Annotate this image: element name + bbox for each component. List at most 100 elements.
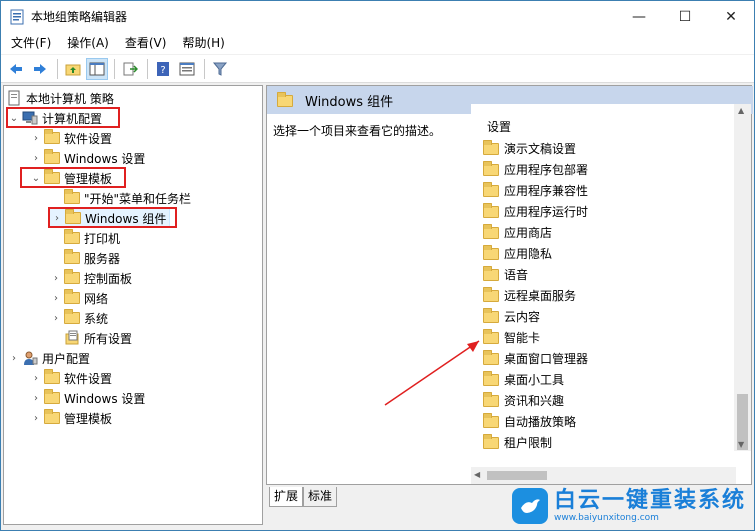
- tree-item-user-software-settings[interactable]: › 软件设置: [28, 368, 112, 388]
- chevron-right-icon[interactable]: ›: [48, 293, 64, 304]
- tree-item-all-settings[interactable]: 所有设置: [48, 328, 132, 348]
- list-item-label: 远程桌面服务: [504, 288, 577, 303]
- tree-item-control-panel[interactable]: › 控制面板: [48, 268, 132, 288]
- chevron-right-icon[interactable]: ›: [48, 313, 64, 324]
- tree-item-printers[interactable]: 打印机: [48, 228, 120, 248]
- list-item[interactable]: 远程桌面服务: [483, 285, 576, 305]
- tree-label: 用户配置: [42, 351, 91, 366]
- details-pane: Windows 组件 选择一个项目来查看它的描述。 设置 演示文稿设置 应用程序…: [266, 85, 753, 485]
- tree-item-start-menu[interactable]: "开始"菜单和任务栏: [48, 188, 191, 208]
- chevron-right-icon[interactable]: ›: [28, 133, 44, 144]
- maximize-button[interactable]: ☐: [662, 1, 708, 32]
- highlight-windows-components: [48, 207, 177, 228]
- list-item[interactable]: 应用程序包部署: [483, 159, 588, 179]
- folder-icon: [483, 413, 499, 428]
- folder-icon: [64, 229, 80, 246]
- list-item-label: 应用隐私: [504, 246, 553, 261]
- chevron-right-icon[interactable]: ›: [48, 273, 64, 284]
- horizontal-scrollbar[interactable]: ◀: [471, 467, 736, 484]
- scroll-thumb[interactable]: [487, 471, 547, 480]
- list-item[interactable]: 资讯和兴趣: [483, 390, 564, 410]
- list-item[interactable]: 自动播放策略: [483, 411, 576, 431]
- window-title: 本地组策略编辑器: [31, 10, 128, 24]
- tree-item-network[interactable]: › 网络: [48, 288, 108, 308]
- all-settings-icon: [64, 330, 80, 346]
- tree-item-user-config[interactable]: › 用户配置: [6, 348, 90, 368]
- list-item[interactable]: 桌面窗口管理器: [483, 348, 588, 368]
- show-tree-icon[interactable]: [86, 57, 108, 80]
- tree-pane[interactable]: 本地计算机 策略 ⌄ 计算机配置 › 软件设置 › Windows 设置 ⌄ 管…: [3, 85, 263, 525]
- vertical-scrollbar[interactable]: ▲ ▼: [734, 104, 751, 451]
- tree-label: Windows 设置: [64, 151, 146, 166]
- watermark-title: 白云一键重装系统: [553, 487, 746, 513]
- tree-label: 打印机: [84, 231, 121, 246]
- folder-icon: [64, 269, 80, 286]
- list-item[interactable]: 应用商店: [483, 222, 552, 242]
- list-item[interactable]: 应用程序兼容性: [483, 180, 588, 200]
- export-icon[interactable]: [119, 58, 141, 80]
- chevron-right-icon[interactable]: ›: [28, 413, 44, 424]
- highlight-computer-config: [6, 107, 120, 128]
- list-item[interactable]: 应用程序运行时: [483, 201, 588, 221]
- user-icon: [22, 350, 38, 366]
- column-header-settings[interactable]: 设置: [487, 118, 511, 135]
- folder-icon: [483, 308, 499, 323]
- tree-item-windows-settings[interactable]: › Windows 设置: [28, 148, 145, 168]
- tab-extended[interactable]: 扩展: [269, 487, 304, 507]
- back-icon[interactable]: [5, 58, 27, 80]
- details-title: Windows 组件: [305, 94, 394, 110]
- menu-help[interactable]: 帮助(H): [174, 32, 232, 54]
- chevron-right-icon[interactable]: ›: [28, 373, 44, 384]
- help-icon[interactable]: ?: [152, 58, 174, 80]
- list-item-label: 应用程序运行时: [504, 204, 589, 219]
- menu-file[interactable]: 文件(F): [3, 32, 59, 54]
- title-bar[interactable]: 本地组策略编辑器 — ☐ ✕: [1, 1, 754, 32]
- watermark-url: www.baiyunxitong.com: [553, 512, 659, 523]
- scroll-down-icon[interactable]: ▼: [738, 440, 744, 449]
- chevron-right-icon[interactable]: ›: [6, 353, 22, 364]
- toolbar: ?: [1, 55, 754, 83]
- list-item-label: 云内容: [504, 309, 541, 324]
- close-button[interactable]: ✕: [708, 1, 754, 32]
- list-item-label: 演示文稿设置: [504, 141, 577, 156]
- list-item[interactable]: 演示文稿设置: [483, 138, 576, 158]
- tab-standard[interactable]: 标准: [303, 487, 338, 507]
- annotation-arrow: [384, 340, 480, 406]
- up-folder-icon[interactable]: [62, 58, 84, 80]
- tree-item-user-windows-settings[interactable]: › Windows 设置: [28, 388, 145, 408]
- tree-item-root[interactable]: 本地计算机 策略: [6, 88, 114, 108]
- tree-item-system[interactable]: › 系统: [48, 308, 108, 328]
- folder-icon: [483, 203, 499, 218]
- filter-icon[interactable]: [209, 58, 231, 80]
- folder-icon: [44, 389, 60, 406]
- watermark: 白云一键重装系统 www.baiyunxitong.com: [511, 487, 746, 524]
- list-item[interactable]: 语音: [483, 264, 528, 284]
- settings-list[interactable]: 设置 演示文稿设置 应用程序包部署 应用程序兼容性 应用程序运行时 应用商店 应…: [471, 104, 751, 484]
- chevron-right-icon[interactable]: ›: [28, 153, 44, 164]
- tree-item-server[interactable]: 服务器: [48, 248, 120, 268]
- list-item-smart-card[interactable]: 智能卡: [483, 327, 540, 347]
- scroll-left-icon[interactable]: ◀: [474, 470, 480, 479]
- minimize-button[interactable]: —: [616, 1, 662, 32]
- tree-item-software-settings[interactable]: › 软件设置: [28, 128, 112, 148]
- folder-icon: [483, 434, 499, 449]
- forward-icon[interactable]: [29, 58, 51, 80]
- tree-label: 所有设置: [84, 331, 133, 346]
- tree-label: "开始"菜单和任务栏: [84, 191, 192, 206]
- list-item[interactable]: 应用隐私: [483, 243, 552, 263]
- list-item[interactable]: 租户限制: [483, 432, 552, 452]
- scroll-up-icon[interactable]: ▲: [738, 106, 744, 115]
- menu-view[interactable]: 查看(V): [117, 32, 175, 54]
- app-icon: [9, 9, 25, 25]
- properties-icon[interactable]: [176, 58, 198, 80]
- list-item[interactable]: 桌面小工具: [483, 369, 564, 389]
- list-item-label: 应用程序包部署: [504, 162, 589, 177]
- list-item-label: 应用商店: [504, 225, 553, 240]
- toolbar-separator: [114, 58, 115, 79]
- chevron-right-icon[interactable]: ›: [28, 393, 44, 404]
- menu-action[interactable]: 操作(A): [59, 32, 117, 54]
- tree-item-user-admin-templates[interactable]: › 管理模板: [28, 408, 112, 428]
- highlight-admin-templates: [20, 167, 126, 188]
- toolbar-separator: [147, 58, 148, 79]
- list-item[interactable]: 云内容: [483, 306, 540, 326]
